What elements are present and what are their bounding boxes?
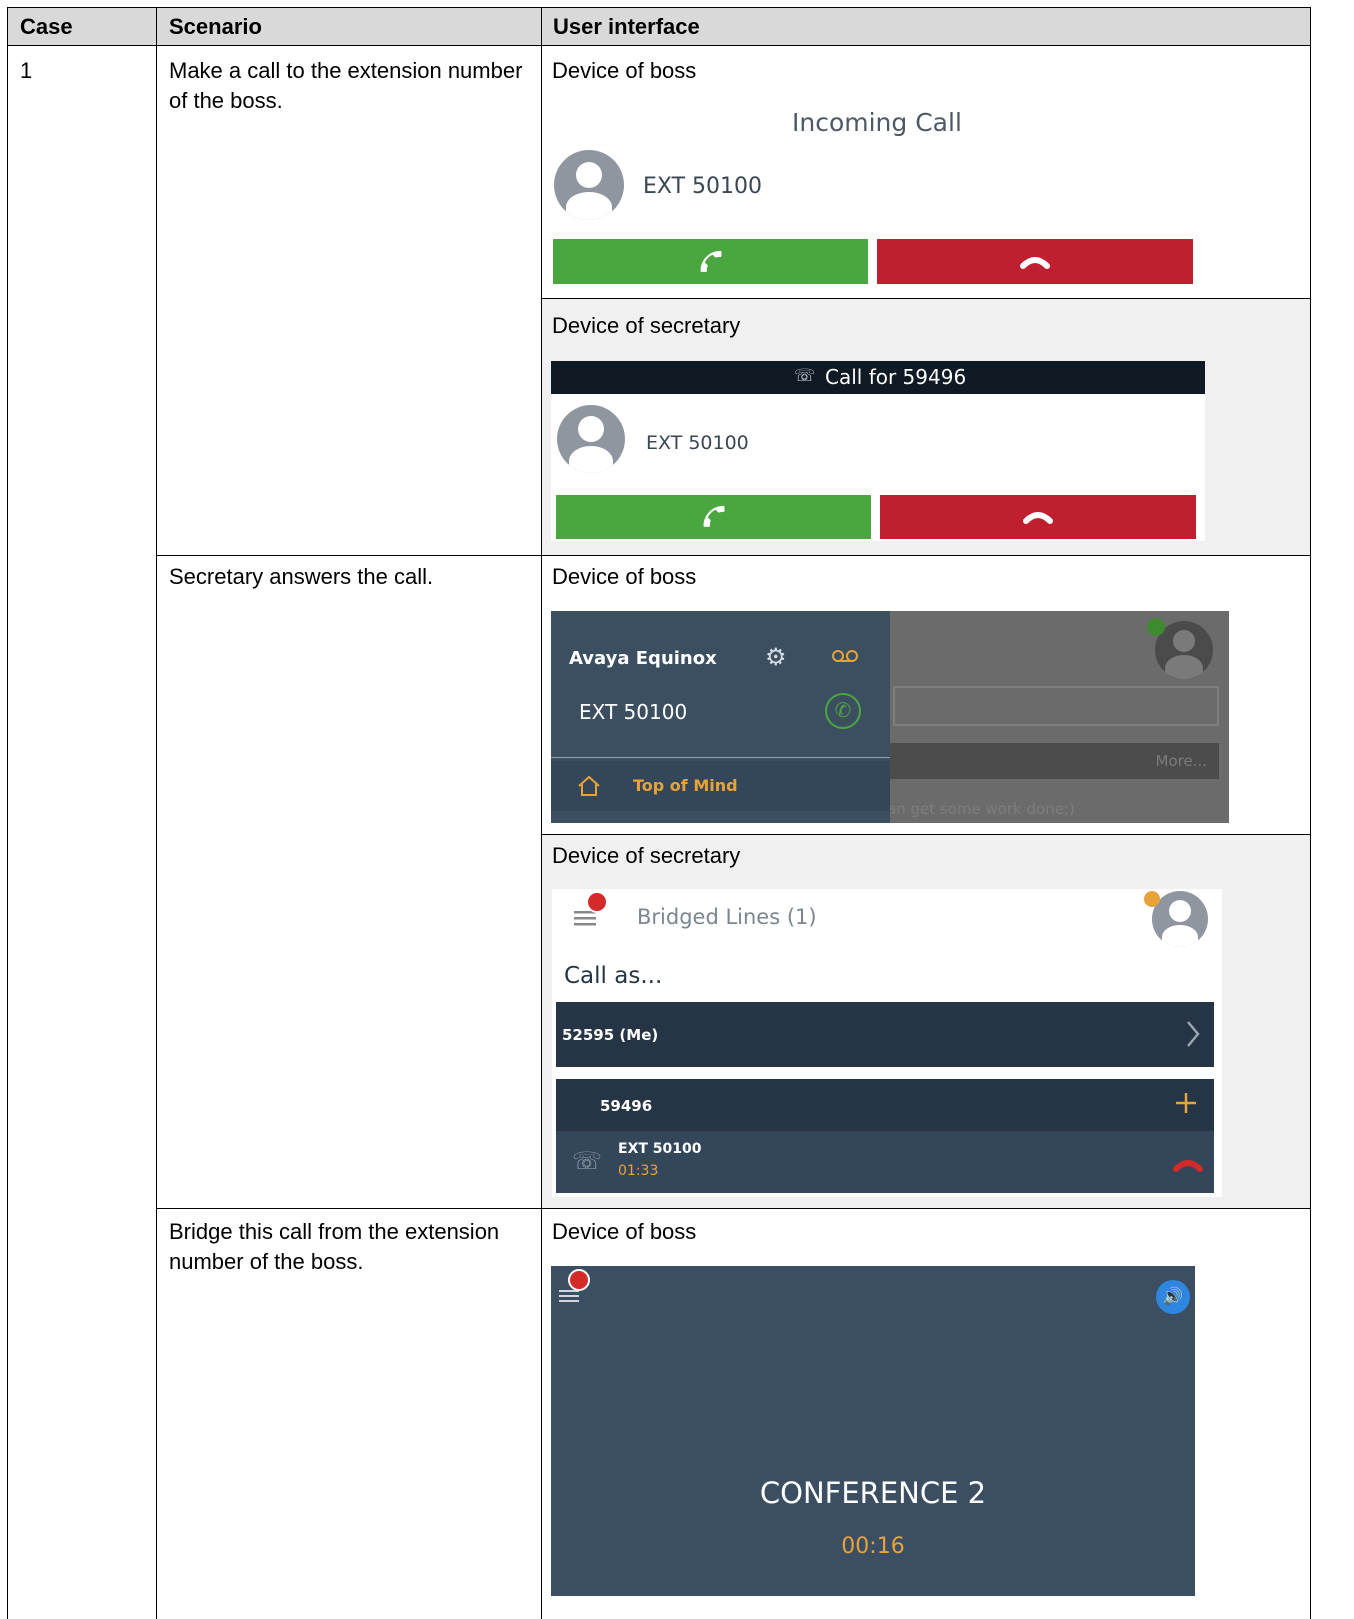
menu-item-label: Top of Mind [633, 776, 738, 795]
line-row-boss[interactable]: 59496 [556, 1079, 1214, 1131]
menu-item-top-of-mind[interactable]: Top of Mind [551, 761, 890, 811]
conference-timer: 00:16 [841, 1534, 905, 1559]
boss-incoming-call-screen: Incoming Call EXT 50100 [552, 100, 1197, 290]
answer-button[interactable] [556, 495, 871, 539]
presence-away-icon [1144, 891, 1160, 907]
row-divider-boss-secretary-1 [541, 298, 1311, 299]
column-divider-case [156, 7, 157, 1619]
header-scenario: Scenario [169, 14, 262, 39]
user-avatar-icon [554, 150, 624, 220]
scenario-1-text: Make a call to the extension number of t… [169, 58, 523, 113]
background-search-field [893, 686, 1219, 726]
answer-button[interactable] [553, 239, 868, 284]
more-label: More... [1155, 752, 1208, 770]
boss-conference-screen: 🔊 CONFERENCE 2 00:16 [551, 1266, 1195, 1596]
phone-hangup-icon [1020, 256, 1050, 269]
user-avatar-icon [557, 405, 625, 473]
missed-call-badge-icon [586, 891, 608, 913]
label-device-boss-1: Device of boss [552, 58, 697, 83]
line-me-label: 52595 (Me) [562, 1026, 659, 1044]
home-icon [578, 775, 600, 796]
row-divider-scenario-2-3 [156, 1208, 1311, 1209]
phone-hangup-icon [1023, 512, 1053, 524]
missed-call-badge-icon [568, 1269, 590, 1291]
row-divider-boss-secretary-2 [541, 834, 1311, 835]
background-more-bar: More... [887, 743, 1219, 779]
boss-equinox-drawer-screen: More... an get some work done;) Avaya Eq… [551, 611, 1229, 823]
label-device-secretary-1: Device of secretary [552, 313, 741, 338]
conference-title: CONFERENCE 2 [759, 1476, 987, 1510]
active-call-row[interactable]: ☏ EXT 50100 01:33 [556, 1131, 1214, 1193]
plus-icon[interactable] [1174, 1091, 1198, 1115]
background-status-text: an get some work done;) [887, 800, 1075, 818]
table-border-top [7, 7, 1311, 8]
label-device-boss-2: Device of boss [552, 564, 697, 589]
secretary-bridged-lines-screen: Bridged Lines (1) Call as... 52595 (Me) … [552, 889, 1222, 1197]
table-header-bottom [7, 45, 1311, 46]
call-timer: 01:33 [618, 1163, 659, 1179]
label-device-boss-3: Device of boss [552, 1219, 697, 1244]
header-user-interface: User interface [553, 14, 700, 39]
secretary-call-screen: ☏ Call for 59496 EXT 50100 [551, 361, 1205, 541]
drawer-divider [551, 757, 890, 758]
incoming-call-title: Incoming Call [792, 108, 962, 137]
decline-button[interactable] [880, 495, 1196, 539]
call-for-title: Call for 59496 [825, 365, 967, 389]
user-avatar-icon [1152, 891, 1208, 947]
call-status-icon[interactable]: ✆ [825, 693, 861, 729]
case-number: 1 [20, 58, 33, 83]
scenario-2-text: Secretary answers the call. [169, 564, 434, 589]
bridged-lines-title: Bridged Lines (1) [637, 905, 817, 929]
table-border-left [7, 7, 8, 1619]
line-boss-label: 59496 [600, 1097, 653, 1115]
drawer-extension: EXT 50100 [579, 700, 688, 724]
phone-hangup-icon[interactable] [1172, 1155, 1204, 1173]
bridged-call-icon: ☏ [572, 1148, 603, 1175]
app-name: Avaya Equinox [569, 648, 717, 669]
header-case: Case [20, 14, 73, 39]
decline-button[interactable] [877, 239, 1193, 284]
speaker-icon[interactable]: 🔊 [1156, 1280, 1190, 1314]
caller-name: EXT 50100 [643, 174, 763, 199]
phone-answer-icon [703, 505, 724, 527]
call-extension: EXT 50100 [618, 1141, 702, 1157]
scenario-3-text: Bridge this call from the extension numb… [169, 1219, 500, 1274]
line-row-me[interactable]: 52595 (Me) [556, 1002, 1214, 1067]
phone-answer-icon [700, 250, 721, 272]
table-border-right [1310, 7, 1311, 1619]
gear-icon[interactable]: ⚙ [765, 643, 787, 672]
caller-name: EXT 50100 [646, 432, 749, 454]
label-device-secretary-2: Device of secretary [552, 843, 741, 868]
presence-available-icon [1147, 618, 1165, 636]
row-divider-scenario-1-2 [156, 555, 1311, 556]
column-divider-scenario [541, 7, 542, 1619]
chevron-right-icon [1187, 1021, 1200, 1047]
call-as-heading: Call as... [564, 963, 663, 989]
call-for-bar: ☏ Call for 59496 [551, 361, 1205, 394]
bridged-call-icon: ☏ [794, 366, 816, 385]
voicemail-icon[interactable] [831, 649, 859, 663]
navigation-drawer: Avaya Equinox ⚙ EXT 50100 ✆ Top of Mind [551, 611, 890, 823]
